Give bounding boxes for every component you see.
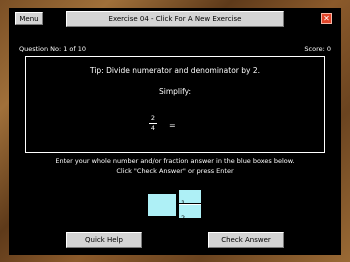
wood-frame: Menu Exercise 04 - Click For A New Exerc… <box>0 0 350 262</box>
numerator-input-box[interactable] <box>179 190 201 210</box>
close-icon: ✕ <box>323 13 330 23</box>
problem-fraction: 2 4 <box>149 115 157 131</box>
simplify-prompt: Simplify: <box>158 87 191 96</box>
chalkboard-panel: Menu Exercise 04 - Click For A New Exerc… <box>9 8 341 255</box>
fraction-numerator: 2 <box>150 114 156 122</box>
new-exercise-button[interactable]: Exercise 04 - Click For A New Exercise <box>66 11 284 27</box>
whole-number-input[interactable] <box>148 196 176 218</box>
instructions-line-1: Enter your whole number and/or fraction … <box>55 157 295 165</box>
instructions-line-2: Click "Check Answer" or press Enter <box>116 167 234 175</box>
whole-number-input-box[interactable] <box>148 194 176 218</box>
menu-button[interactable]: Menu <box>15 12 43 25</box>
tip-text: Tip: Divide numerator and denominator by… <box>89 66 261 75</box>
question-counter: Question No: 1 of 10 <box>19 45 87 53</box>
close-button[interactable]: ✕ <box>321 13 332 24</box>
denominator-input[interactable] <box>179 211 201 225</box>
equals-sign: = <box>169 121 176 130</box>
fraction-denominator: 4 <box>150 123 156 132</box>
check-answer-button[interactable]: Check Answer <box>208 232 284 248</box>
quick-help-button[interactable]: Quick Help <box>66 232 142 248</box>
question-box: Tip: Divide numerator and denominator by… <box>25 56 325 153</box>
denominator-input-box[interactable] <box>179 205 201 225</box>
score-display: Score: 0 <box>304 45 331 53</box>
